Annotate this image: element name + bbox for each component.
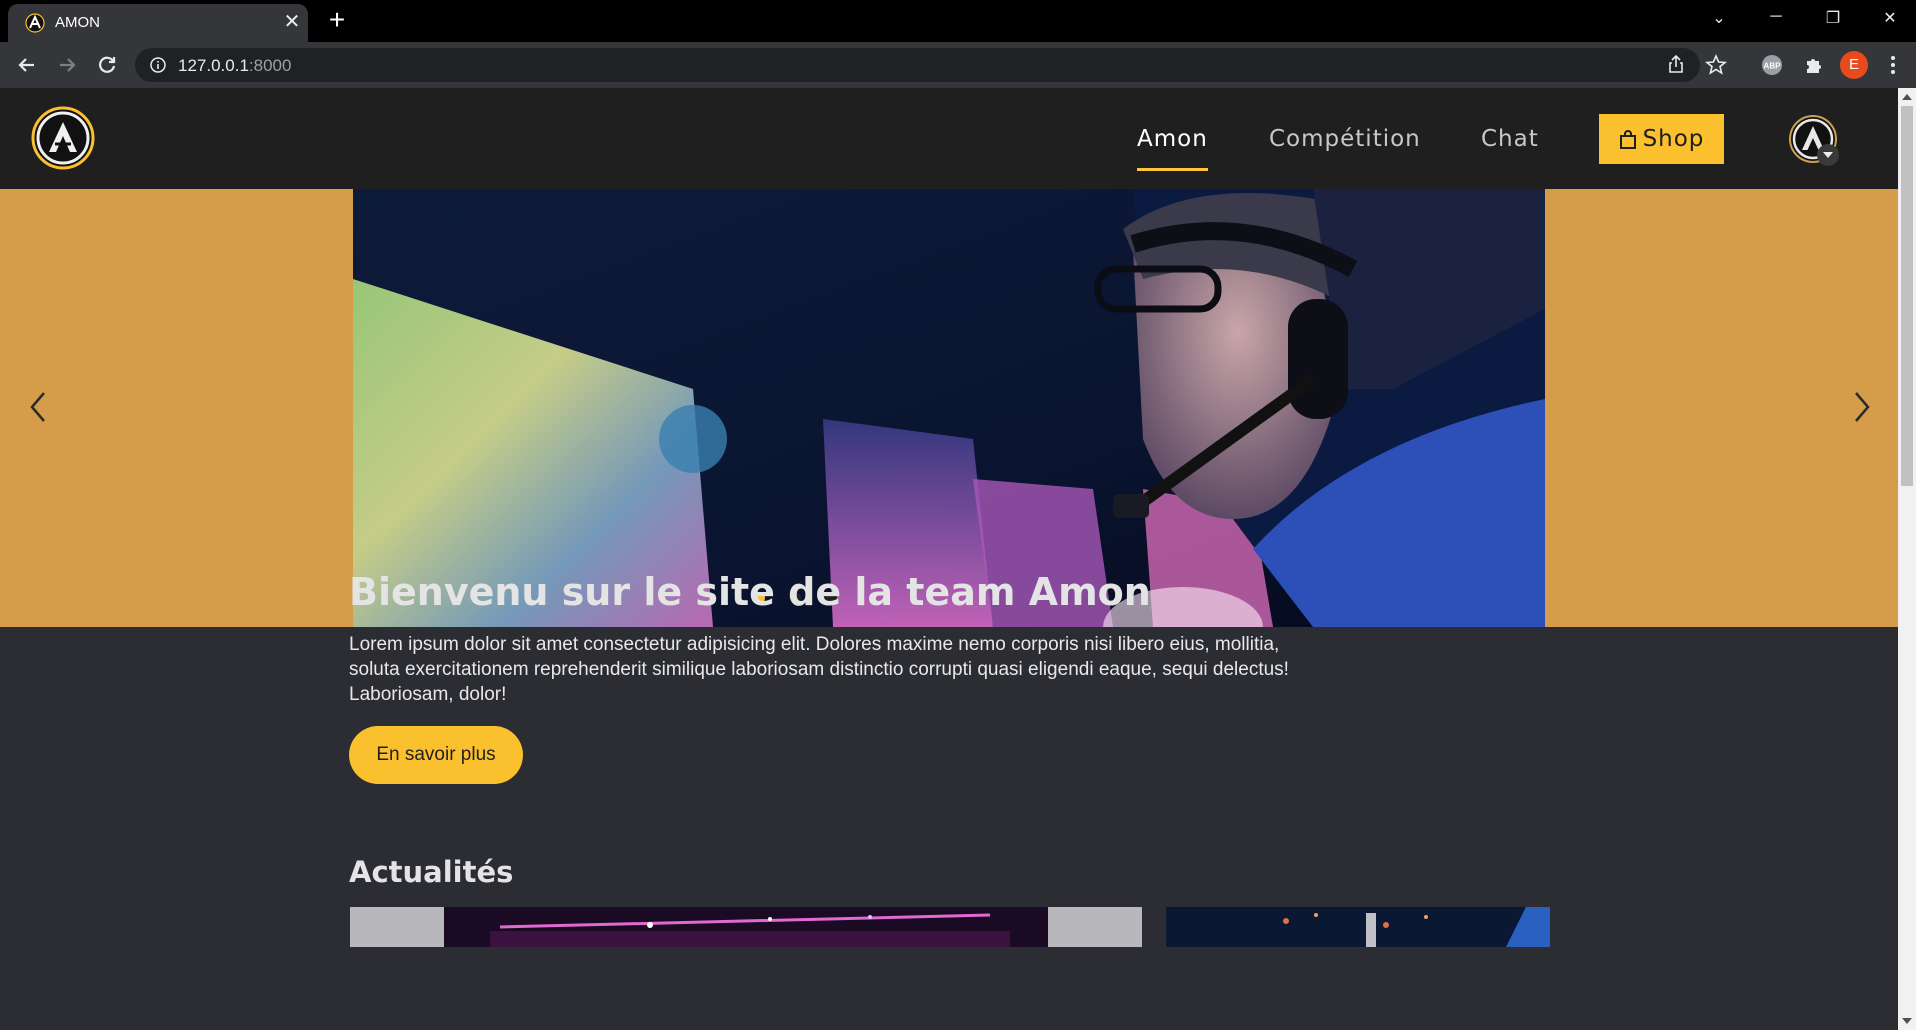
url-port: :8000 — [248, 56, 292, 75]
news-image-1 — [350, 907, 1142, 947]
amon-favicon-icon — [25, 13, 45, 33]
reload-icon[interactable] — [92, 50, 122, 80]
browser-toolbar: 127.0.0.1:8000 ABP E — [0, 42, 1916, 88]
extensions-puzzle-icon[interactable] — [1800, 52, 1826, 78]
tab-close-icon[interactable]: ✕ — [281, 11, 303, 33]
amon-logo[interactable] — [31, 106, 95, 170]
hero-carousel — [0, 189, 1898, 627]
tab-search-icon[interactable]: ⌄ — [1707, 8, 1731, 28]
news-section-title: Actualités — [349, 855, 514, 889]
shop-button[interactable]: Shop — [1599, 114, 1724, 164]
browser-menu-icon[interactable] — [1880, 52, 1906, 78]
scroll-up-icon[interactable] — [1902, 94, 1912, 100]
news-card-2[interactable] — [1166, 907, 1550, 947]
site-info-icon[interactable] — [149, 56, 167, 74]
scroll-down-icon[interactable] — [1902, 1018, 1912, 1024]
news-image-2 — [1166, 907, 1550, 947]
carousel-next-icon[interactable] — [1846, 389, 1876, 425]
hero-title: Bienvenu sur le site de la team Amon — [349, 570, 1151, 614]
url-host: 127.0.0.1 — [178, 56, 249, 75]
adblock-label: ABP — [1764, 62, 1782, 71]
nav-link-competition[interactable]: Compétition — [1269, 126, 1421, 152]
new-tab-button[interactable]: + — [325, 5, 349, 35]
page-viewport: Amon Compétition Chat Shop Bienvenu sur … — [0, 88, 1898, 1030]
browser-tab[interactable]: AMON ✕ — [8, 4, 308, 42]
nav-link-amon[interactable]: Amon — [1137, 126, 1208, 152]
minimize-icon[interactable]: ─ — [1764, 8, 1788, 26]
tab-title: AMON — [55, 14, 100, 31]
adblock-extension-icon[interactable]: ABP — [1759, 52, 1785, 78]
carousel-slide-image — [353, 189, 1545, 627]
learn-more-button[interactable]: En savoir plus — [349, 726, 523, 784]
gamer-photo — [353, 189, 1545, 627]
url-text: 127.0.0.1:8000 — [178, 56, 291, 76]
shopping-bag-icon — [1619, 130, 1636, 149]
close-window-icon[interactable]: ✕ — [1878, 8, 1902, 28]
carousel-prev-icon[interactable] — [24, 389, 54, 425]
news-card-1[interactable] — [350, 907, 1142, 947]
page-scrollbar[interactable] — [1898, 88, 1916, 1030]
nav-link-chat[interactable]: Chat — [1481, 126, 1539, 152]
bookmark-star-icon[interactable] — [1703, 52, 1729, 78]
hero-description: Lorem ipsum dolor sit amet consectetur a… — [349, 634, 1289, 705]
browser-tab-strip: AMON ✕ + ⌄ ─ ❐ ✕ — [0, 0, 1916, 42]
account-dropdown-icon[interactable] — [1817, 144, 1839, 166]
shop-label: Shop — [1642, 126, 1705, 152]
back-icon[interactable] — [12, 50, 42, 80]
address-bar[interactable]: 127.0.0.1:8000 — [135, 48, 1728, 82]
restore-icon[interactable]: ❐ — [1821, 8, 1845, 28]
site-header: Amon Compétition Chat Shop — [0, 88, 1898, 189]
scroll-thumb[interactable] — [1901, 106, 1913, 486]
forward-icon[interactable] — [52, 50, 82, 80]
profile-avatar[interactable]: E — [1840, 51, 1868, 79]
nav-active-indicator — [1137, 168, 1208, 171]
share-icon[interactable] — [1663, 52, 1689, 78]
